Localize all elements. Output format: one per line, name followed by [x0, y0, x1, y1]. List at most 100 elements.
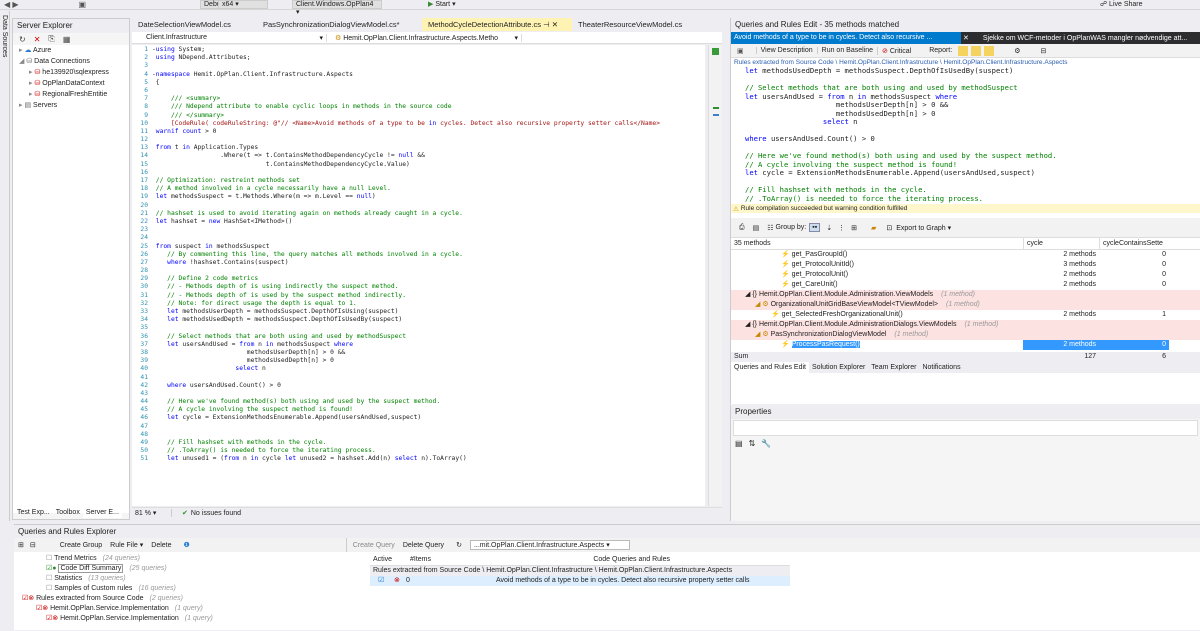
result-row[interactable]: ◢ {} Hemit.OpPlan.Client.Module.Administ… [731, 320, 1200, 330]
result-row[interactable]: ◢ ⚙ PasSynchronizationDialogViewModel (1 … [731, 330, 1200, 340]
tree-item-azure[interactable]: ▸ ☁ Azure [19, 45, 129, 56]
checkbox-icon[interactable]: ☐ [46, 575, 54, 582]
info-icon[interactable]: ❶ [184, 541, 190, 549]
type-nav-select[interactable]: ⚙ Hemit.OpPlan.Client.Infrastructure.Asp… [327, 33, 522, 42]
tab-queries-edit[interactable]: Queries and Rules Edit [731, 362, 809, 373]
tab-test-explorer[interactable]: Test Exp... [14, 507, 53, 518]
explorer-tree-item[interactable]: ☑⊗ Hemit.OpPlan.Service.Implementation (1… [16, 614, 364, 624]
tab-team-explorer[interactable]: Team Explorer [868, 362, 919, 373]
delete-query-button[interactable]: Delete Query [399, 542, 448, 549]
run-baseline-button[interactable]: Run on Baseline [816, 47, 877, 54]
col-contains[interactable]: cycleContainsSette [1099, 238, 1169, 249]
report-icon-1[interactable] [958, 45, 969, 56]
report-icon-3[interactable] [984, 45, 995, 56]
tab-passync[interactable]: PasSynchronizationDialogViewModel.cs* [257, 18, 422, 31]
tab-notifications[interactable]: Notifications [919, 362, 963, 373]
expand-all-icon[interactable]: ⊞ [18, 541, 24, 549]
explorer-tree-item[interactable]: ☐ Trend Metrics (24 queries) [16, 554, 364, 564]
back-icon[interactable]: ◀ ▶ [4, 0, 19, 9]
rule-active-checkbox[interactable]: ☑ [370, 576, 394, 586]
project-select[interactable]: Client.Windows.OpPlan4 ▾ [292, 0, 382, 16]
tree-item-servers[interactable]: ▸ ▤ Servers [19, 100, 129, 111]
explorer-tree-item[interactable]: ☑● Code Diff Summary (25 queries) [16, 564, 364, 574]
result-row[interactable]: ◢ {} Hemit.OpPlan.Client.Module.Administ… [731, 290, 1200, 300]
tab-dateselection[interactable]: DateSelectionViewModel.cs [132, 18, 257, 31]
col-cycle[interactable]: cycle [1023, 238, 1099, 249]
filter-select[interactable]: ...mit.OpPlan.Client.Infrastructure.Aspe… [469, 540, 630, 550]
property-pages-icon[interactable]: 🔧 [761, 439, 771, 448]
collapse-icon[interactable]: ⊟ [1040, 47, 1046, 55]
editor-scrollbar[interactable] [708, 45, 722, 506]
platform-dropdown[interactable]: x64 ▾ [218, 0, 268, 9]
result-row[interactable]: ⚡ get_PasGroupId() 2 methods 0 [731, 250, 1200, 260]
col-methods[interactable]: 35 methods [731, 238, 1023, 249]
explorer-tree-item[interactable]: ☐ Statistics (13 queries) [16, 574, 364, 584]
report-icon-2[interactable] [971, 45, 982, 56]
expand-button[interactable]: ⊞ [851, 224, 857, 232]
checkbox-icon[interactable]: ☑● [46, 565, 58, 572]
query-code-editor[interactable]: let methodsUsedDepth = methodsSuspect.De… [731, 67, 1200, 204]
delete-button[interactable]: Delete [147, 542, 175, 549]
explorer-tree-item[interactable]: ☑⊗ Hemit.OpPlan.Service.Implementation (1… [16, 604, 364, 614]
result-row[interactable]: ◢ ⚙ OrganizationalUnitGridBaseViewModel<… [731, 300, 1200, 310]
refresh-query-icon[interactable]: ↻ [456, 541, 462, 549]
tree-item-sqlexpress[interactable]: ▸ ⛁ he139920\sqlexpress [19, 67, 129, 78]
stop-icon[interactable]: ✕ [34, 35, 41, 44]
tab-solution-explorer[interactable]: Solution Explorer [809, 362, 868, 373]
export-graph-button[interactable]: Export to Graph ▾ [896, 224, 951, 232]
graph-icon[interactable]: ⊡ [886, 224, 892, 232]
add-server-icon[interactable]: ▦ [63, 35, 71, 44]
explorer-tree-item[interactable]: ☐ Samples of Custom rules (16 queries) [16, 584, 364, 594]
properties-object-select[interactable] [733, 420, 1198, 436]
rule-row[interactable]: ☑ ⊗ 0 Avoid methods of a type to be in c… [370, 576, 790, 586]
tree-item-regional[interactable]: ▸ ⛁ RegionalFreshEntitie [19, 89, 129, 100]
data-sources-strip[interactable]: Data Sources [0, 11, 10, 521]
create-query-button[interactable]: Create Query [349, 542, 399, 549]
col-rules[interactable]: Code Queries and Rules [470, 554, 670, 565]
tree-item-data-connections[interactable]: ◢ ⛁ Data Connections [19, 56, 129, 67]
close-icon[interactable]: ✕ [552, 20, 558, 29]
result-row[interactable]: ⚡ get_ProtocolUnit() 2 methods 0 [731, 270, 1200, 280]
save-icon[interactable]: ▣ [79, 0, 87, 9]
refresh-results-icon[interactable]: ▤ [753, 224, 760, 232]
categorized-icon[interactable]: ▤ [735, 439, 743, 448]
folder-icon[interactable]: ▰ [871, 224, 876, 232]
export-results-icon[interactable]: ⎙ [739, 224, 745, 232]
tab-methodcycle[interactable]: MethodCycleDetectionAttribute.cs ⊣ ✕ [422, 18, 572, 31]
group-ns-button[interactable]: ⇣ [826, 224, 832, 232]
rule-close-icon[interactable]: ✕ [963, 34, 969, 42]
error-checkbox-icon[interactable]: ☑⊗ [22, 595, 36, 602]
rule-title-tab[interactable]: Avoid methods of a type to be in cycles.… [731, 32, 961, 44]
col-items[interactable]: #Items [410, 554, 470, 565]
error-checkbox-icon[interactable]: ☑⊗ [46, 615, 60, 622]
settings-icon[interactable]: ⚙ [1014, 47, 1020, 55]
live-share-button[interactable]: ☍ Live Share [1100, 0, 1143, 9]
rule-file-button[interactable]: Rule File ▾ [106, 541, 147, 549]
tree-item-opplan[interactable]: ▸ ⛁ OpPlanDataContext [19, 78, 129, 89]
project-nav-select[interactable]: Client.Infrastructure ▾ [132, 33, 327, 42]
start-button[interactable]: ▶ Start ▾ [428, 0, 456, 9]
doc-tab[interactable]: Sjekke om WCF-metoder i OpPlanWAS mangle… [983, 35, 1187, 42]
connect-icon[interactable]: ⎘ [48, 34, 54, 44]
alphabetical-icon[interactable]: ⇅ [749, 439, 756, 448]
col-active[interactable]: Active [370, 554, 410, 565]
result-row[interactable]: ⚡ get_SelectedFreshOrganizationalUnit() 2… [731, 310, 1200, 320]
zoom-select[interactable]: 81 % ▾ [132, 509, 172, 517]
tab-toolbox[interactable]: Toolbox [53, 507, 83, 518]
result-row[interactable]: ⚡ get_ProtocolUnitId() 3 methods 0 [731, 260, 1200, 270]
critical-button[interactable]: ⊘ Critical [877, 46, 915, 55]
checkbox-icon[interactable]: ☐ [46, 555, 54, 562]
error-checkbox-icon[interactable]: ☑⊗ [36, 605, 50, 612]
tab-theaterresource[interactable]: TheaterResourceViewModel.cs [572, 18, 702, 31]
result-row[interactable]: ⚡ get_CareUnit() 2 methods 0 [731, 280, 1200, 290]
code-editor[interactable]: 1 -using System; 2 using NDepend.Attribute… [132, 45, 705, 506]
explorer-tree-item[interactable]: ☑⊗ Rules extracted from Source Code (2 qu… [16, 594, 364, 604]
view-description-button[interactable]: View Description [755, 47, 817, 54]
save-query-icon[interactable]: ▣ [737, 47, 744, 55]
pin-icon[interactable]: ⊣ [543, 20, 550, 29]
refresh-icon[interactable]: ↻ [19, 35, 26, 44]
collapse-all-icon[interactable]: ⊟ [30, 541, 36, 549]
group-assembly-button[interactable]: ⋮ [838, 224, 845, 232]
result-row[interactable]: ⚡ ProcessPasRequest() 2 methods 0 [731, 340, 1200, 350]
splitter[interactable] [345, 538, 347, 552]
